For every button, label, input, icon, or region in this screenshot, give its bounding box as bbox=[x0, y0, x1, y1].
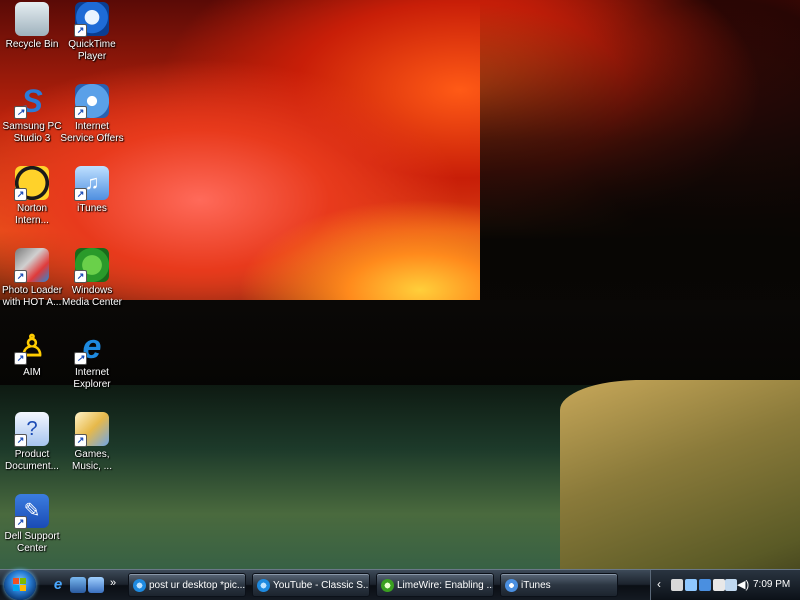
desktop-icon-label: Product Document... bbox=[5, 449, 59, 472]
desktop-icon-photo-loader[interactable]: ↗ Photo Loader with HOT A... bbox=[0, 248, 64, 309]
taskbar-button[interactable]: YouTube - Classic S... bbox=[252, 573, 370, 597]
internet-explorer-icon bbox=[257, 579, 270, 592]
taskbar-button-label: LimeWire: Enabling ... bbox=[397, 580, 494, 591]
desktop-icon-label: Photo Loader with HOT A... bbox=[1, 285, 63, 308]
quick-launch-switch-windows-icon[interactable] bbox=[88, 577, 104, 593]
samsung-pc-studio-icon: S ↗ bbox=[14, 84, 49, 119]
windows-start-orb-icon bbox=[13, 578, 27, 592]
desktop-icon-label: Internet Service Offers bbox=[60, 121, 124, 144]
desktop-icon-quicktime[interactable]: ↗ QuickTime Player bbox=[60, 2, 124, 63]
shortcut-arrow-icon: ↗ bbox=[74, 352, 87, 365]
internet-service-offers-icon: ↗ bbox=[74, 84, 109, 119]
shortcut-arrow-icon: ↗ bbox=[74, 270, 87, 283]
shortcut-arrow-icon: ↗ bbox=[14, 352, 27, 365]
desktop-icon-label: AIM bbox=[23, 367, 41, 378]
network-icon[interactable] bbox=[713, 579, 725, 591]
volume-icon[interactable]: ◀) bbox=[737, 579, 749, 591]
limewire-icon bbox=[381, 579, 394, 592]
photo-loader-icon: ↗ bbox=[14, 248, 49, 283]
desktop-icon-itunes[interactable]: ♫ ↗ iTunes bbox=[60, 166, 124, 215]
system-tray: ‹ ◀) 7:09 PM bbox=[650, 570, 800, 600]
shortcut-arrow-icon: ↗ bbox=[14, 516, 27, 529]
tray-app-icon[interactable] bbox=[671, 579, 683, 591]
recycle-bin-icon bbox=[15, 2, 49, 36]
desktop-icon-samsung-pc-studio[interactable]: S ↗ Samsung PC Studio 3 bbox=[0, 84, 64, 145]
wallpaper-meadow bbox=[560, 380, 800, 600]
tray-app-icon[interactable] bbox=[685, 579, 697, 591]
desktop-icon-product-documentation[interactable]: ? ↗ Product Document... bbox=[0, 412, 64, 473]
show-hidden-icons-button[interactable]: ‹ bbox=[657, 577, 661, 591]
desktop-icon-recycle-bin[interactable]: Recycle Bin bbox=[0, 2, 64, 51]
desktop-icon-label: QuickTime Player bbox=[68, 39, 116, 62]
start-button[interactable] bbox=[4, 570, 36, 600]
desktop-icon-aim[interactable]: ♙ ↗ AIM bbox=[0, 330, 64, 379]
quick-launch-internet-explorer-icon[interactable]: e bbox=[50, 577, 66, 593]
desktop-icon-games-music[interactable]: ↗ Games, Music, ... bbox=[60, 412, 124, 473]
desktop-icon-label: Samsung PC Studio 3 bbox=[2, 121, 62, 144]
taskbar-button-label: post ur desktop *pic... bbox=[149, 580, 246, 591]
internet-explorer-icon: e ↗ bbox=[74, 330, 109, 365]
norton-icon: ↗ bbox=[14, 166, 49, 201]
games-music-icon: ↗ bbox=[74, 412, 109, 447]
taskbar-button[interactable]: LimeWire: Enabling ... bbox=[376, 573, 494, 597]
desktop-icon-label: Windows Media Center bbox=[61, 285, 123, 308]
desktop-icon-label: Norton Intern... bbox=[15, 203, 49, 226]
shortcut-arrow-icon: ↗ bbox=[14, 434, 27, 447]
windows-media-center-icon: ↗ bbox=[74, 248, 109, 283]
desktop-icon-label: iTunes bbox=[77, 203, 107, 214]
internet-explorer-icon bbox=[133, 579, 146, 592]
desktop-icon-label: Recycle Bin bbox=[5, 39, 59, 50]
aim-icon: ♙ ↗ bbox=[14, 330, 49, 365]
desktop-icon-norton[interactable]: ↗ Norton Intern... bbox=[0, 166, 64, 227]
shortcut-arrow-icon: ↗ bbox=[14, 188, 27, 201]
tray-app-icon[interactable] bbox=[725, 579, 737, 591]
itunes-icon bbox=[505, 579, 518, 592]
shortcut-arrow-icon: ↗ bbox=[74, 188, 87, 201]
itunes-icon: ♫ ↗ bbox=[74, 166, 109, 201]
shortcut-arrow-icon: ↗ bbox=[14, 270, 27, 283]
desktop-icon-label: Dell Support Center bbox=[4, 531, 60, 554]
shortcut-arrow-icon: ↗ bbox=[14, 106, 27, 119]
taskbar-button-label: iTunes bbox=[521, 580, 551, 591]
desktop-icon-label: Games, Music, ... bbox=[71, 449, 112, 472]
taskbar: e » post ur desktop *pic... YouTube - Cl… bbox=[0, 569, 800, 600]
taskbar-button-label: YouTube - Classic S... bbox=[273, 580, 370, 591]
dell-support-icon: ✎ ↗ bbox=[14, 494, 49, 529]
quick-launch-more-button[interactable]: » bbox=[110, 577, 116, 589]
quicktime-icon: ↗ bbox=[74, 2, 109, 37]
desktop-icon-label: Internet Explorer bbox=[73, 367, 111, 390]
tray-app-icon[interactable] bbox=[699, 579, 711, 591]
clock[interactable]: 7:09 PM bbox=[753, 570, 790, 600]
shortcut-arrow-icon: ↗ bbox=[74, 106, 87, 119]
desktop-icon-dell-support[interactable]: ✎ ↗ Dell Support Center bbox=[0, 494, 64, 555]
product-documentation-icon: ? ↗ bbox=[14, 412, 49, 447]
quick-launch-show-desktop-icon[interactable] bbox=[70, 577, 86, 593]
desktop-icon-windows-media-center[interactable]: ↗ Windows Media Center bbox=[60, 248, 124, 309]
desktop-icon-internet-service-offers[interactable]: ↗ Internet Service Offers bbox=[60, 84, 124, 145]
desktop-icon-internet-explorer[interactable]: e ↗ Internet Explorer bbox=[60, 330, 124, 391]
taskbar-button[interactable]: post ur desktop *pic... bbox=[128, 573, 246, 597]
shortcut-arrow-icon: ↗ bbox=[74, 434, 87, 447]
taskbar-button[interactable]: iTunes bbox=[500, 573, 618, 597]
shortcut-arrow-icon: ↗ bbox=[74, 24, 87, 37]
